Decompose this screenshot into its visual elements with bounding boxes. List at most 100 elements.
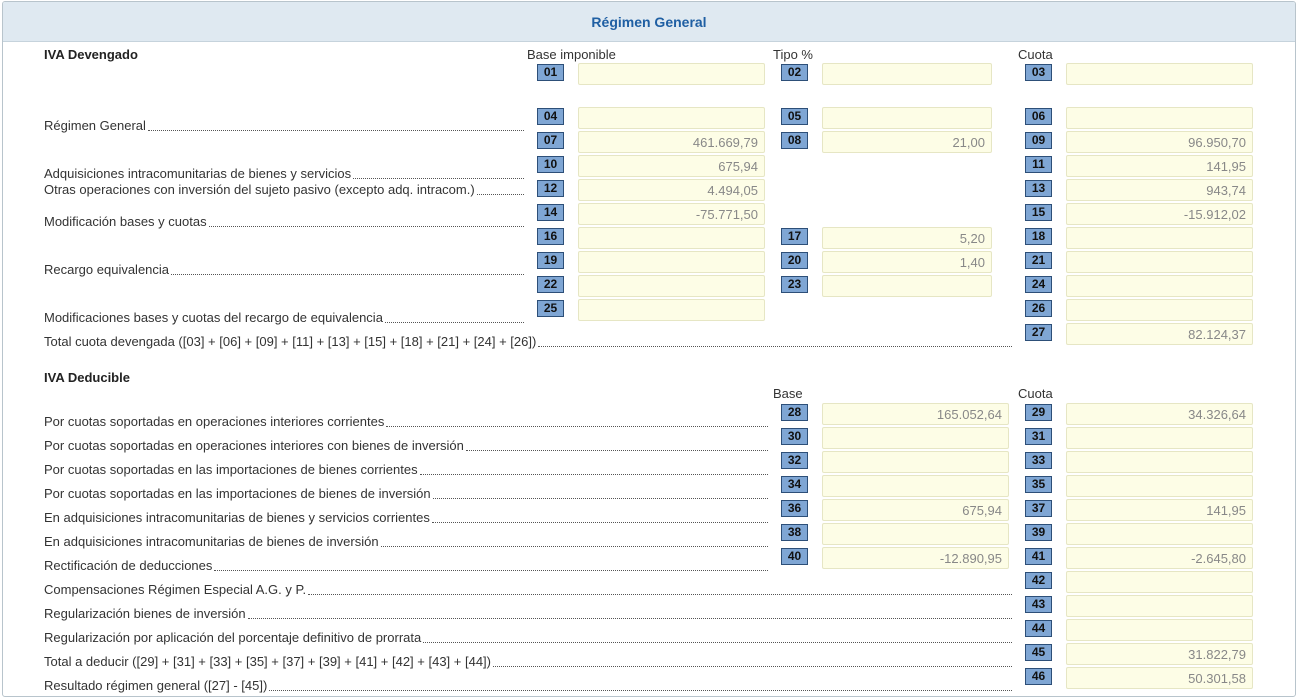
resultado-field[interactable]: 50.301,58 (1066, 667, 1253, 689)
box-number: 06 (1025, 108, 1052, 125)
cuota-deducible-field[interactable] (1066, 619, 1253, 641)
cuota-deducible-field[interactable] (1066, 571, 1253, 593)
base-deducible-field[interactable] (822, 427, 1009, 449)
box-number: 39 (1025, 524, 1052, 541)
cuota-deducible-field[interactable]: 141,95 (1066, 499, 1253, 521)
box-number: 29 (1025, 404, 1052, 421)
base-field[interactable] (578, 299, 765, 321)
col-cuota-deducible: Cuota (1018, 386, 1053, 401)
base-field[interactable] (578, 227, 765, 249)
cuota-field[interactable]: -15.912,02 (1066, 203, 1253, 225)
box-number: 09 (1025, 132, 1052, 149)
base-deducible-field[interactable]: 165.052,64 (822, 403, 1009, 425)
row-label-modif-recargo: Modificaciones bases y cuotas del recarg… (44, 310, 524, 326)
row-label-regularizacion-prorrata: Regularización por aplicación del porcen… (44, 630, 1012, 646)
box-number: 38 (781, 524, 808, 541)
tipo-field[interactable]: 1,40 (822, 251, 992, 273)
box-number: 26 (1025, 300, 1052, 317)
box-number: 05 (781, 108, 808, 125)
box-number: 13 (1025, 180, 1052, 197)
box-number: 02 (781, 64, 808, 81)
total-devengada-field[interactable]: 82.124,37 (1066, 323, 1253, 345)
base-field[interactable]: 461.669,79 (578, 131, 765, 153)
base-field[interactable]: 4.494,05 (578, 179, 765, 201)
box-number: 17 (781, 228, 808, 245)
box-number: 03 (1025, 64, 1052, 81)
box-number: 30 (781, 428, 808, 445)
cuota-field[interactable] (1066, 107, 1253, 129)
box-number: 07 (537, 132, 564, 149)
cuota-deducible-field[interactable] (1066, 475, 1253, 497)
row-label-regimen-general: Régimen General (44, 118, 524, 134)
row-label-adquisiciones-intracom: Adquisiciones intracomunitarias de biene… (44, 166, 524, 182)
cuota-field[interactable] (1066, 63, 1253, 85)
row-label-compensaciones: Compensaciones Régimen Especial A.G. y P… (44, 582, 1012, 598)
panel-header: Régimen General (3, 2, 1295, 42)
box-number: 19 (537, 252, 564, 269)
cuota-field[interactable] (1066, 251, 1253, 273)
row-label-recargo-equivalencia: Recargo equivalencia (44, 262, 524, 278)
tipo-field[interactable] (822, 63, 992, 85)
base-field[interactable] (578, 107, 765, 129)
tipo-field[interactable]: 5,20 (822, 227, 992, 249)
box-number: 37 (1025, 500, 1052, 517)
box-number: 34 (781, 476, 808, 493)
box-number: 16 (537, 228, 564, 245)
iva-devengado-title: IVA Devengado (44, 47, 138, 62)
base-field[interactable]: -75.771,50 (578, 203, 765, 225)
base-deducible-field[interactable] (822, 475, 1009, 497)
box-number: 23 (781, 276, 808, 293)
box-number: 33 (1025, 452, 1052, 469)
row-label-importaciones-inversion: Por cuotas soportadas en las importacion… (44, 486, 768, 502)
row-label-total-deducir: Total a deducir ([29] + [31] + [33] + [3… (44, 654, 1012, 670)
col-tipo: Tipo % (773, 47, 813, 62)
base-field[interactable] (578, 275, 765, 297)
cuota-field[interactable] (1066, 227, 1253, 249)
cuota-field[interactable] (1066, 299, 1253, 321)
row-label-rectificacion: Rectificación de deducciones (44, 558, 768, 574)
box-number: 20 (781, 252, 808, 269)
cuota-deducible-field[interactable] (1066, 451, 1253, 473)
tipo-field[interactable] (822, 107, 992, 129)
base-field[interactable] (578, 251, 765, 273)
cuota-field[interactable]: 96.950,70 (1066, 131, 1253, 153)
box-number: 41 (1025, 548, 1052, 565)
box-number: 10 (537, 156, 564, 173)
box-number: 11 (1025, 156, 1052, 173)
cuota-deducible-field[interactable] (1066, 595, 1253, 617)
tipo-field[interactable]: 21,00 (822, 131, 992, 153)
box-number: 32 (781, 452, 808, 469)
base-deducible-field[interactable] (822, 523, 1009, 545)
base-field[interactable]: 675,94 (578, 155, 765, 177)
col-cuota: Cuota (1018, 47, 1053, 62)
row-label-intracom-corrientes: En adquisiciones intracomunitarias de bi… (44, 510, 768, 526)
iva-deducible-title: IVA Deducible (44, 370, 130, 385)
base-field[interactable] (578, 63, 765, 85)
cuota-deducible-field[interactable]: -2.645,80 (1066, 547, 1253, 569)
box-number: 14 (537, 204, 564, 221)
row-label-interiores-inversion: Por cuotas soportadas en operaciones int… (44, 438, 768, 454)
row-label-interiores-corrientes: Por cuotas soportadas en operaciones int… (44, 414, 768, 430)
box-number: 45 (1025, 644, 1052, 661)
base-deducible-field[interactable]: -12.890,95 (822, 547, 1009, 569)
col-base: Base (773, 386, 803, 401)
box-number: 43 (1025, 596, 1052, 613)
base-deducible-field[interactable] (822, 451, 1009, 473)
cuota-field[interactable]: 943,74 (1066, 179, 1253, 201)
row-label-modificacion-bases: Modificación bases y cuotas (44, 214, 524, 230)
box-number: 46 (1025, 668, 1052, 685)
row-label-intracom-inversion: En adquisiciones intracomunitarias de bi… (44, 534, 768, 550)
box-number: 40 (781, 548, 808, 565)
cuota-deducible-field[interactable] (1066, 427, 1253, 449)
tipo-field[interactable] (822, 275, 992, 297)
base-deducible-field[interactable]: 675,94 (822, 499, 1009, 521)
box-number: 44 (1025, 620, 1052, 637)
cuota-field[interactable] (1066, 275, 1253, 297)
cuota-field[interactable]: 141,95 (1066, 155, 1253, 177)
cuota-deducible-field[interactable]: 34.326,64 (1066, 403, 1253, 425)
total-deducir-field[interactable]: 31.822,79 (1066, 643, 1253, 665)
row-label-otras-operaciones: Otras operaciones con inversión del suje… (44, 182, 524, 198)
box-number: 36 (781, 500, 808, 517)
cuota-deducible-field[interactable] (1066, 523, 1253, 545)
box-number: 31 (1025, 428, 1052, 445)
